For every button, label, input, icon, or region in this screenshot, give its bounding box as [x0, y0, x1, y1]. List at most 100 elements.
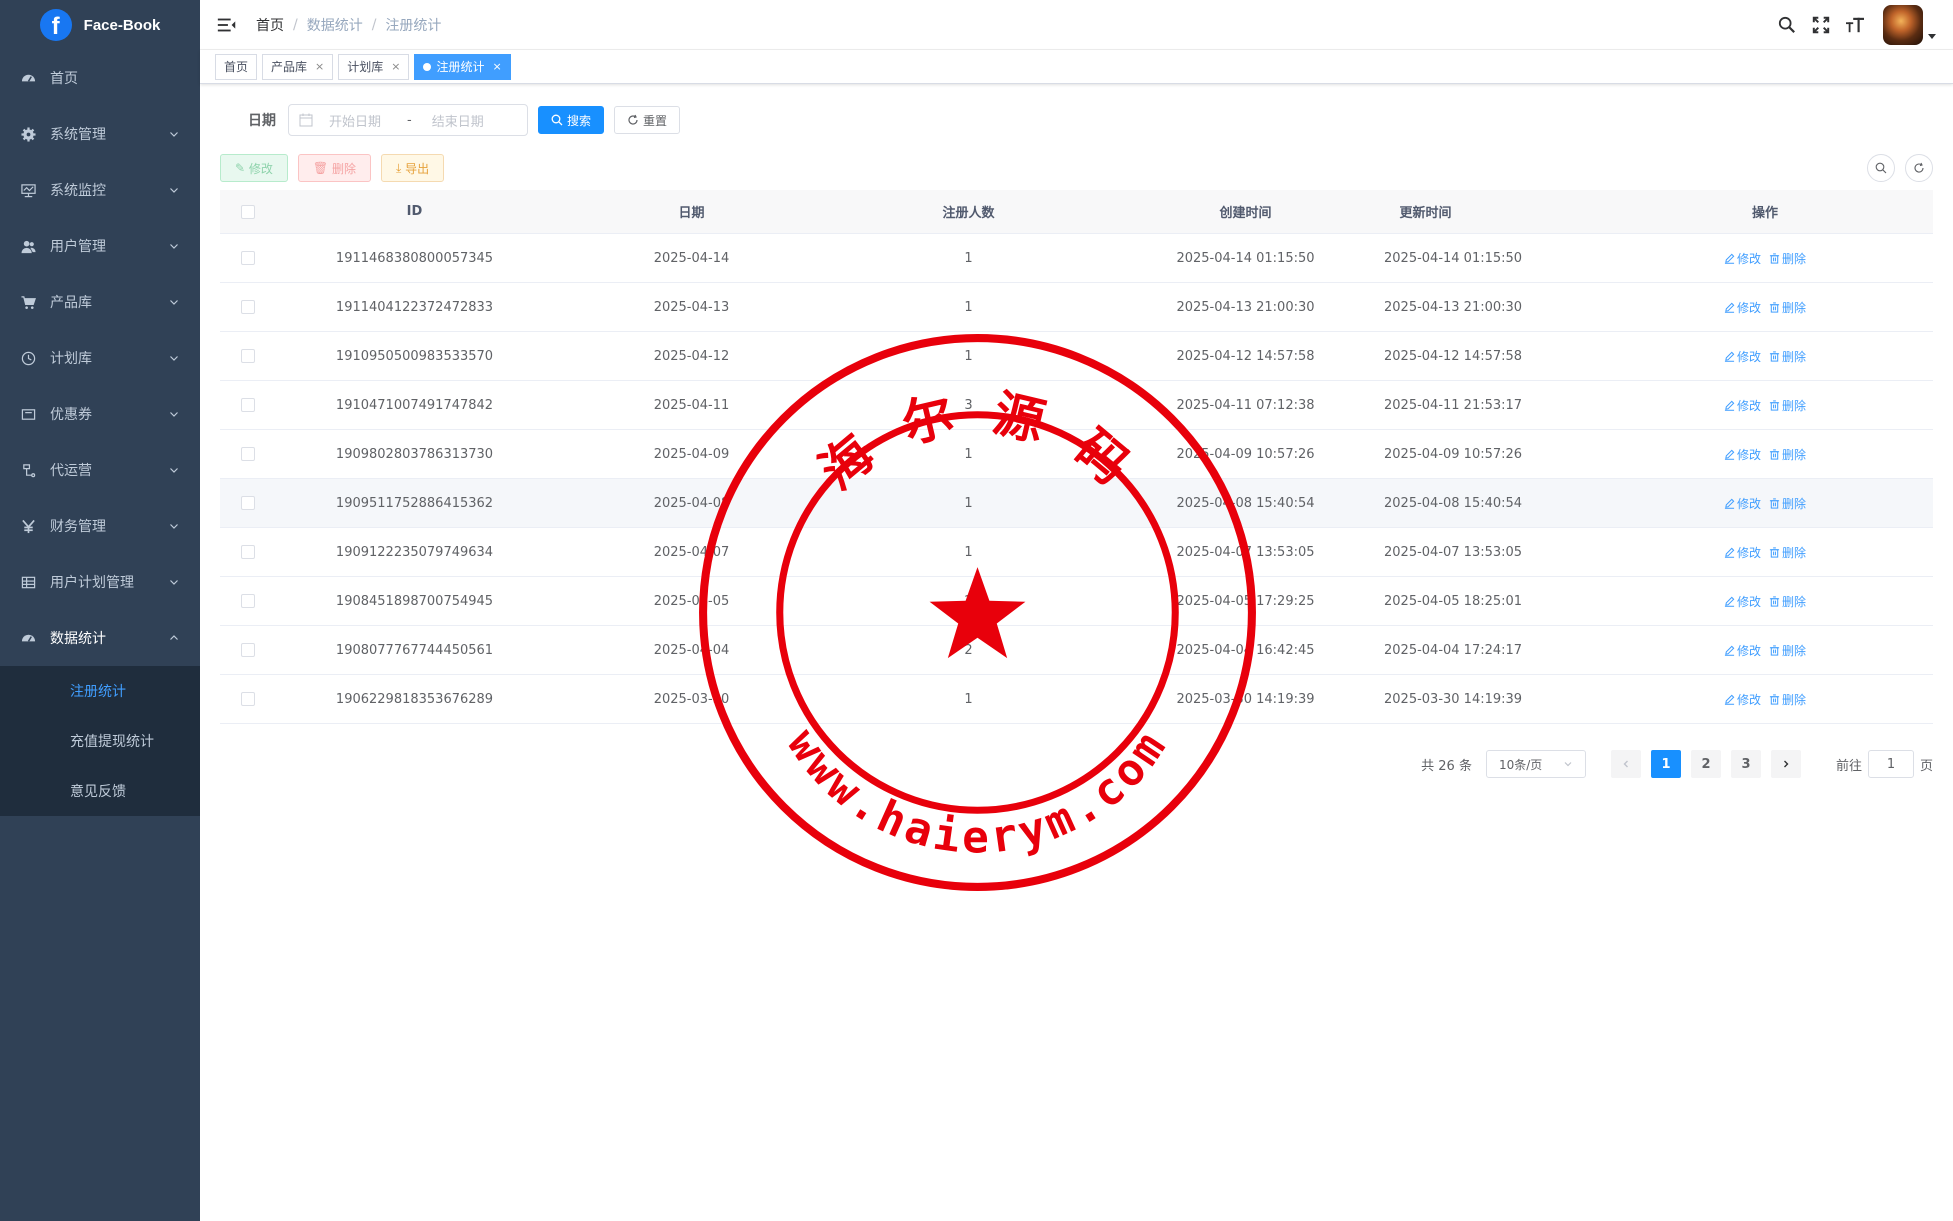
row-checkbox[interactable] [241, 398, 255, 412]
edit-link-label: 修改 [1736, 447, 1761, 462]
page-2-button[interactable]: 2 [1690, 750, 1721, 778]
edit-button-label: 修改 [248, 161, 273, 176]
edit-link-label: 修改 [1736, 398, 1761, 413]
tag-product-library[interactable]: 产品库 × [262, 53, 334, 80]
clock-icon [20, 350, 36, 366]
row-checkbox[interactable] [241, 447, 255, 461]
row-delete-link[interactable]: 删除 [1769, 691, 1806, 708]
row-checkbox[interactable] [241, 594, 255, 608]
sidebar-item-1[interactable]: 系统管理 [0, 106, 200, 162]
gear-icon [20, 126, 36, 142]
search-icon[interactable] [1777, 15, 1797, 35]
font-size-icon[interactable] [1845, 15, 1865, 35]
start-date-input[interactable]: 开始日期 [329, 111, 381, 130]
page-jumper: 前往 页 [1836, 750, 1933, 778]
row-edit-link[interactable]: 修改 [1724, 348, 1761, 365]
table-row: 1910950500983533570 2025-04-12 1 2025-04-12… [220, 332, 1933, 381]
row-edit-link[interactable]: 修改 [1724, 397, 1761, 414]
yen-icon [20, 518, 36, 534]
export-button[interactable]: ⤓ 导出 [380, 154, 445, 182]
row-checkbox[interactable] [241, 545, 255, 559]
sidebar-item-3[interactable]: 用户管理 [0, 218, 200, 274]
select-all-checkbox[interactable] [241, 204, 255, 219]
toggle-search-button[interactable] [1867, 154, 1895, 182]
sidebar-item-8[interactable]: 财务管理 [0, 498, 200, 554]
close-icon[interactable]: × [493, 60, 502, 73]
row-checkbox[interactable] [241, 692, 255, 706]
fullscreen-icon[interactable] [1811, 15, 1831, 35]
cell-count: 1 [964, 250, 973, 266]
row-edit-link[interactable]: 修改 [1724, 446, 1761, 463]
row-edit-link[interactable]: 修改 [1724, 593, 1761, 610]
breadcrumb-home[interactable]: 首页 [256, 15, 284, 35]
edit-button[interactable]: ✎ 修改 [220, 154, 288, 182]
chevron-left-icon [1623, 760, 1628, 768]
tag-plan-library[interactable]: 计划库 × [338, 53, 410, 80]
row-delete-link[interactable]: 删除 [1769, 250, 1806, 267]
tag-registration-stats[interactable]: 注册统计 × [414, 53, 511, 80]
hamburger-icon[interactable] [216, 14, 238, 36]
page-1-button[interactable]: 1 [1650, 750, 1681, 778]
page-size-value: 10条/页 [1498, 757, 1543, 772]
sidebar-item-0[interactable]: 首页 [0, 50, 200, 106]
sidebar-item-5[interactable]: 计划库 [0, 330, 200, 386]
tag-home[interactable]: 首页 [215, 53, 258, 80]
row-edit-link[interactable]: 修改 [1724, 642, 1761, 659]
row-delete-link[interactable]: 删除 [1769, 593, 1806, 610]
sidebar-item-10[interactable]: 数据统计 [0, 610, 200, 666]
submenu-item-0[interactable]: 注册统计 [0, 666, 200, 716]
search-button-label: 搜索 [567, 113, 592, 128]
goto-label: 前往 [1835, 758, 1862, 774]
sidebar-item-7[interactable]: 代运营 [0, 442, 200, 498]
close-icon[interactable]: × [315, 60, 324, 73]
row-delete-link[interactable]: 删除 [1769, 348, 1806, 365]
row-delete-link[interactable]: 删除 [1769, 397, 1806, 414]
cell-count: 1 [964, 495, 973, 511]
submenu-item-2[interactable]: 意见反馈 [0, 766, 200, 816]
sidebar-item-9[interactable]: 用户计划管理 [0, 554, 200, 610]
logo[interactable]: f Face-Book [0, 0, 200, 50]
sidebar-item-6[interactable]: 优惠券 [0, 386, 200, 442]
cell-updated: 2025-04-11 21:53:17 [1384, 397, 1523, 413]
row-edit-link[interactable]: 修改 [1724, 250, 1761, 267]
row-checkbox[interactable] [241, 300, 255, 314]
delete-link-label: 删除 [1782, 545, 1807, 560]
range-separator: - [407, 112, 412, 128]
goto-page-input[interactable] [1867, 750, 1914, 778]
sidebar-item-2[interactable]: 系统监控 [0, 162, 200, 218]
row-edit-link[interactable]: 修改 [1724, 495, 1761, 512]
caret-down-icon[interactable] [1927, 31, 1937, 41]
row-checkbox[interactable] [241, 349, 255, 363]
row-delete-link[interactable]: 删除 [1769, 446, 1806, 463]
row-delete-link[interactable]: 删除 [1769, 544, 1806, 561]
refresh-icon [628, 114, 638, 125]
row-edit-link[interactable]: 修改 [1724, 691, 1761, 708]
prev-page-button[interactable] [1610, 750, 1641, 778]
page-3-button[interactable]: 3 [1730, 750, 1761, 778]
close-icon[interactable]: × [391, 60, 400, 73]
edit-icon [1724, 645, 1735, 656]
row-edit-link[interactable]: 修改 [1724, 544, 1761, 561]
logo-letter: f [51, 13, 60, 40]
avatar[interactable] [1883, 5, 1923, 45]
row-checkbox[interactable] [241, 251, 255, 265]
row-delete-link[interactable]: 删除 [1769, 495, 1806, 512]
search-button[interactable]: 搜索 [538, 106, 605, 134]
row-checkbox[interactable] [241, 643, 255, 657]
date-range-picker[interactable]: 开始日期 - 结束日期 [288, 104, 528, 136]
row-checkbox[interactable] [241, 496, 255, 510]
end-date-input[interactable]: 结束日期 [432, 111, 484, 130]
reset-button[interactable]: 重置 [614, 106, 681, 134]
row-delete-link[interactable]: 删除 [1769, 642, 1806, 659]
row-delete-link[interactable]: 删除 [1769, 299, 1806, 316]
page-size-select[interactable]: 10条/页 [1485, 750, 1586, 778]
refresh-button[interactable] [1905, 154, 1933, 182]
chevron-down-icon [170, 300, 178, 305]
sidebar-item-4[interactable]: 产品库 [0, 274, 200, 330]
navbar: 首页 / 数据统计 / 注册统计 [200, 0, 1953, 50]
delete-button[interactable]: 🗑 删除 [297, 154, 371, 182]
submenu-item-1[interactable]: 充值提现统计 [0, 716, 200, 766]
cell-date: 2025-04-04 [653, 642, 730, 658]
row-edit-link[interactable]: 修改 [1724, 299, 1761, 316]
next-page-button[interactable] [1770, 750, 1801, 778]
